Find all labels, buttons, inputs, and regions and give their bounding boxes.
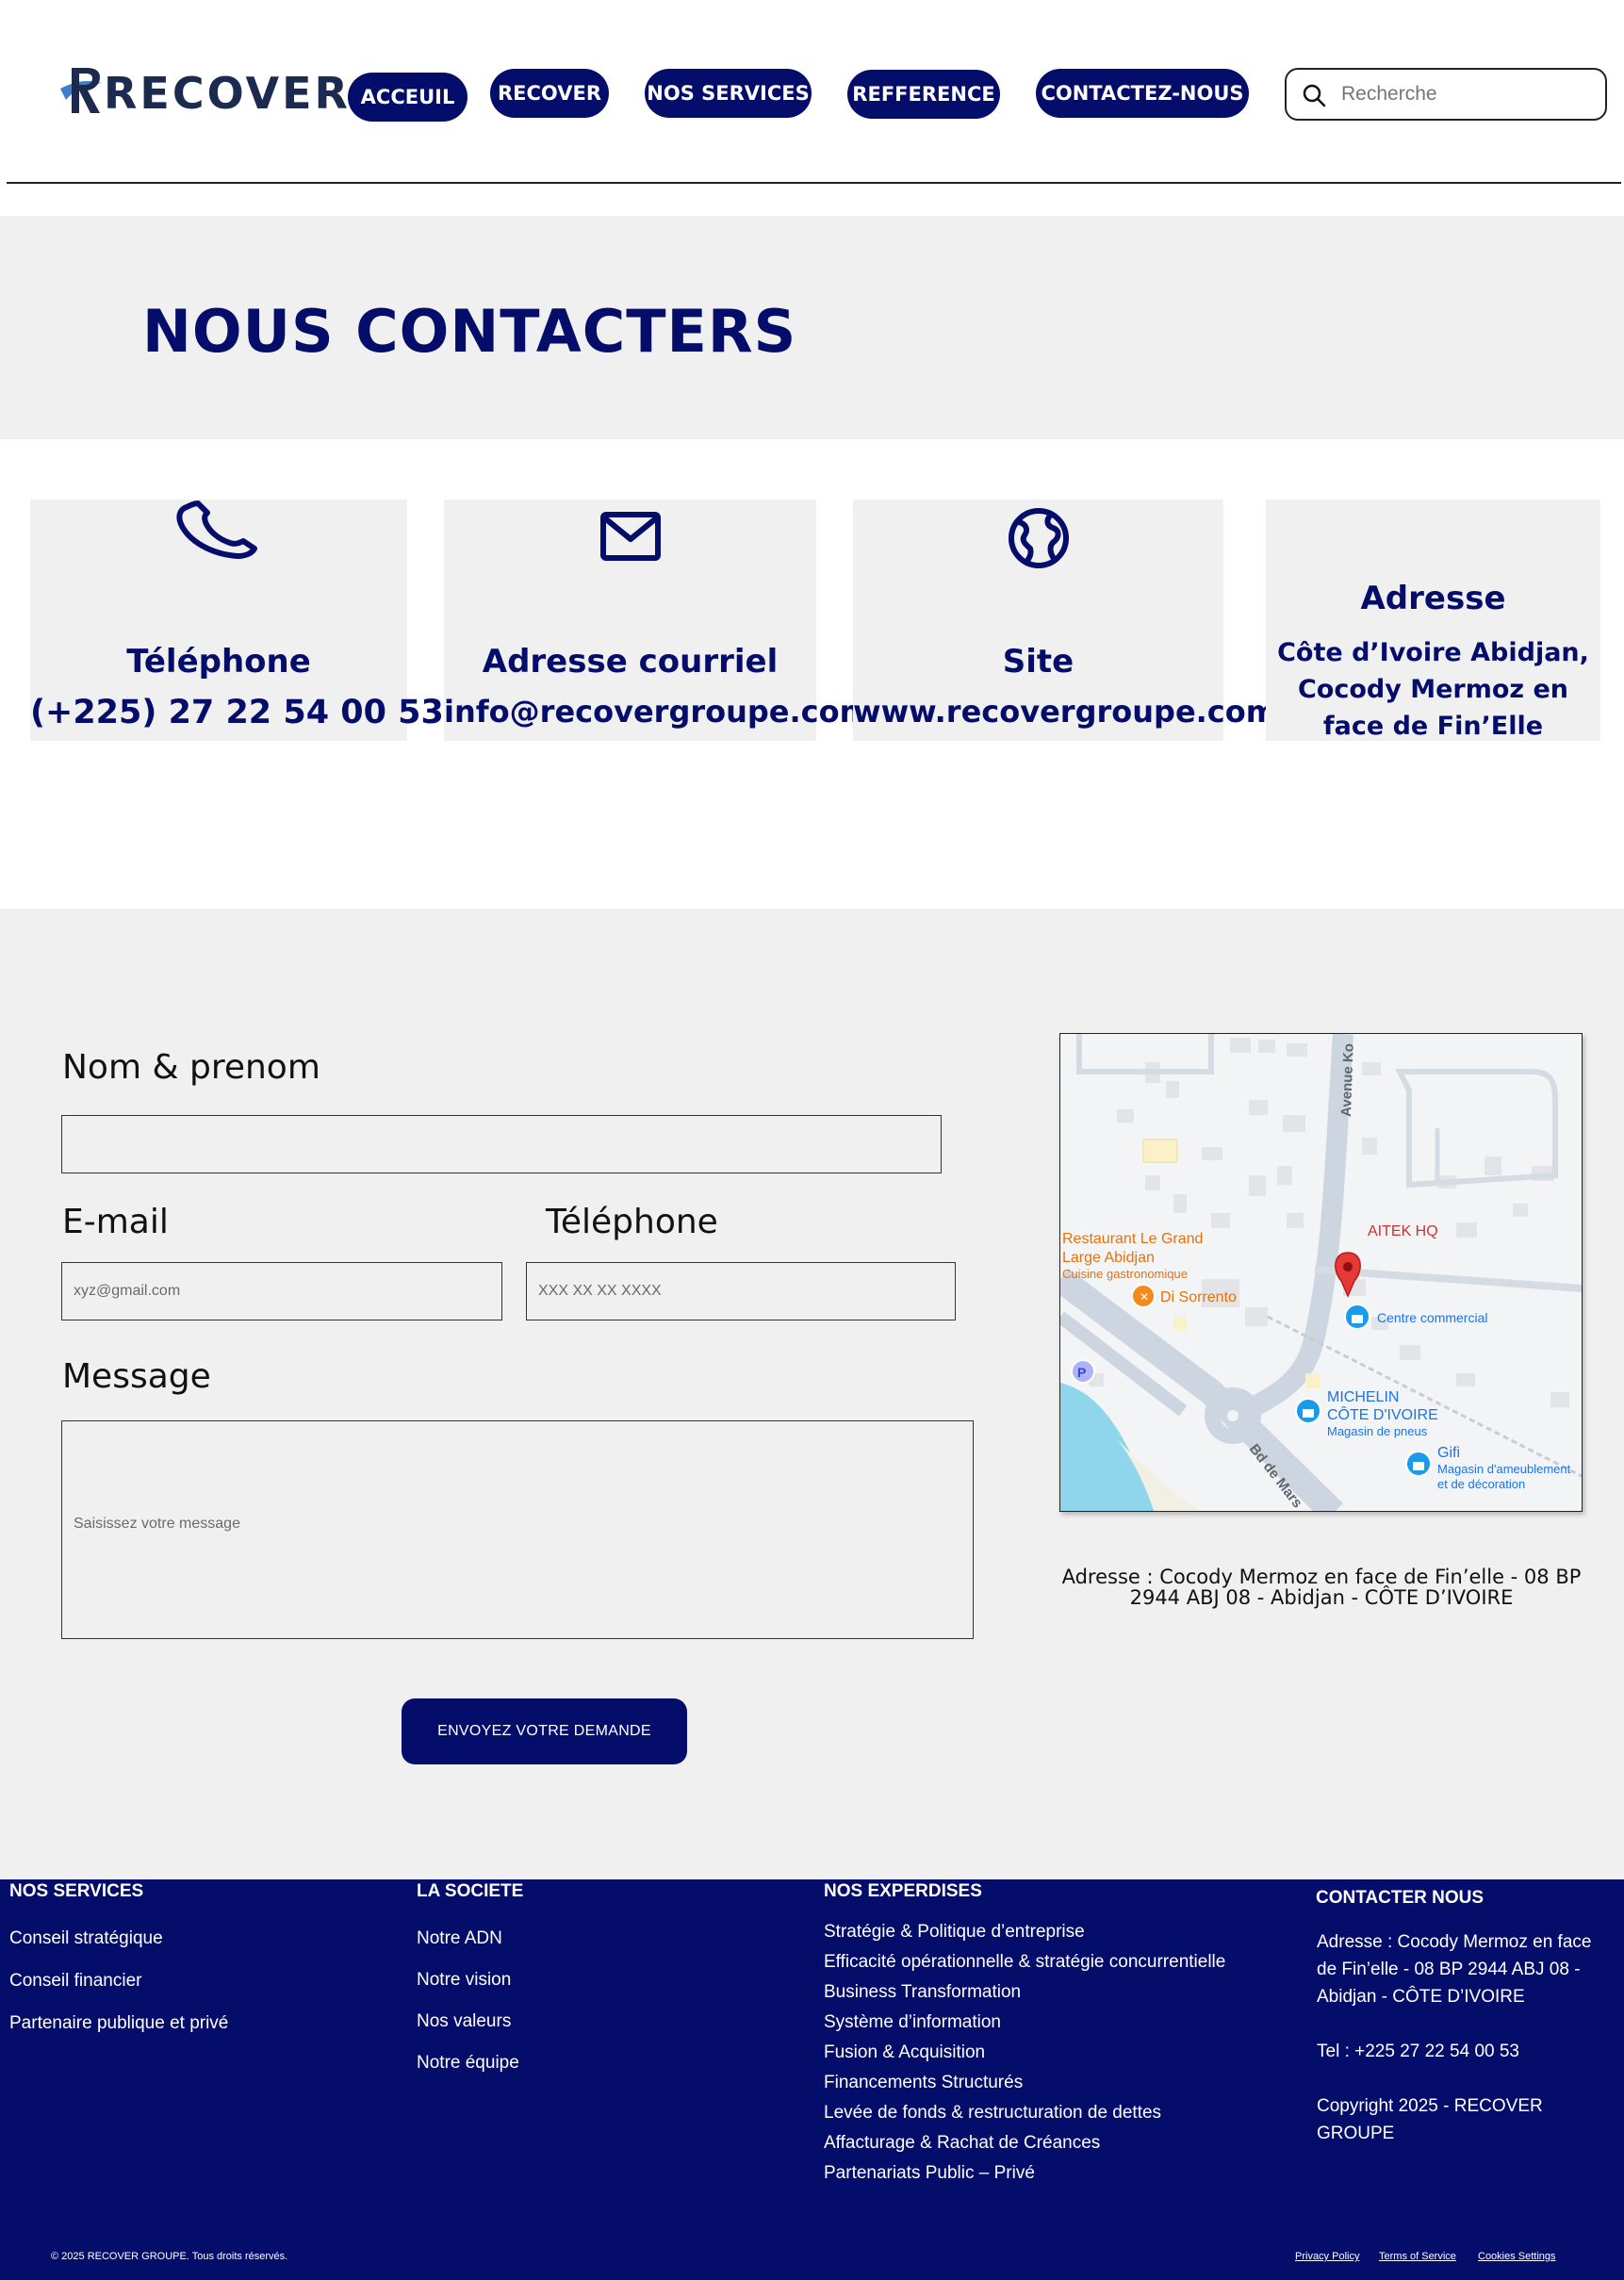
map-shop-2-line1: MICHELIN — [1327, 1389, 1399, 1405]
footer-societe-link[interactable]: Nos valeurs — [417, 2011, 511, 2032]
site-footer: NOS SERVICES Conseil stratégique Conseil… — [0, 1879, 1624, 2280]
contact-card-site: Site www.recovergroupe.com — [853, 500, 1278, 741]
map-restaurant-1-type: Cuisine gastronomique — [1062, 1267, 1188, 1281]
footer-contact-block: Adresse : Cocody Mermoz en face de Fin’e… — [1317, 1928, 1599, 2174]
footer-services-link[interactable]: Partenaire publique et privé — [9, 2013, 228, 2034]
contact-card-email: Adresse courriel info@recovergroupe.com — [444, 500, 871, 741]
map-street-1: Avenue Ko — [1338, 1043, 1357, 1117]
address-card-value: Côte d’Ivoire Abidjan, Cocody Mermoz en … — [1277, 638, 1589, 741]
privacy-policy-link[interactable]: Privacy Policy — [1295, 2251, 1359, 2262]
footer-societe-link[interactable]: Notre ADN — [417, 1928, 502, 1949]
footer-expertises-title: NOS EXPERDISES — [824, 1881, 982, 1901]
terms-of-service-link[interactable]: Terms of Service — [1379, 2251, 1456, 2262]
cookies-settings-link[interactable]: Cookies Settings — [1478, 2251, 1556, 2262]
recover-logo[interactable]: RECOVER — [58, 62, 348, 119]
phone-card-value: (+225) 27 22 54 00 53 — [30, 694, 444, 731]
email-label: E-mail — [62, 1203, 169, 1241]
footer-expertise-link[interactable]: Business Transformation — [824, 1982, 1021, 2003]
nav-refference[interactable]: REFFERENCE — [847, 70, 1000, 119]
map-restaurant-1-line1: Restaurant Le Grand — [1062, 1231, 1203, 1247]
mail-icon — [599, 512, 661, 561]
footer-expertise-link[interactable]: Levée de fonds & restructuration de dett… — [824, 2103, 1161, 2124]
contact-form-section: Nom & prenom E-mail Téléphone Message EN… — [0, 909, 1624, 1879]
footer-expertise-link[interactable]: Partenariats Public – Privé — [824, 2163, 1035, 2184]
site-card-value: www.recovergroupe.com — [853, 694, 1278, 730]
site-header: RECOVER ACCEUIL RECOVER NOS SERVICES REF… — [0, 0, 1624, 185]
footer-expertise-link[interactable]: Stratégie & Politique d’entreprise — [824, 1922, 1085, 1943]
globe-icon — [1008, 508, 1069, 568]
email-card-value: info@recovergroupe.com — [444, 694, 871, 730]
footer-contact-address: Adresse : Cocody Mermoz en face de Fin’e… — [1317, 1932, 1592, 2007]
phone-card-title: Téléphone — [126, 643, 311, 681]
map-shop-1: Centre commercial — [1377, 1310, 1487, 1325]
email-card-title: Adresse courriel — [482, 643, 779, 681]
search-icon — [1303, 84, 1326, 107]
footer-contact-tel: Tel : +225 27 22 54 00 53 — [1317, 2042, 1519, 2061]
name-field[interactable] — [61, 1115, 942, 1173]
phone-label: Téléphone — [546, 1203, 718, 1241]
search-input[interactable] — [1341, 79, 1596, 109]
phone-icon — [176, 500, 257, 559]
search-box[interactable] — [1285, 68, 1607, 121]
footer-contact-title: CONTACTER NOUS — [1316, 1888, 1485, 1908]
page-title: NOUS CONTACTERS — [142, 297, 797, 366]
nav-acceuil[interactable]: ACCEUIL — [348, 73, 468, 122]
footer-services-link[interactable]: Conseil financier — [9, 1971, 141, 1992]
logo-text: RECOVER — [104, 68, 351, 119]
footer-societe-link[interactable]: Notre vision — [417, 1970, 511, 1991]
footer-contact-copyright: Copyright 2025 - RECOVER GROUPE — [1317, 2096, 1543, 2143]
map-address-text: Adresse : Cocody Mermoz en face de Fin’e… — [1061, 1566, 1582, 1609]
nav-contactez-nous[interactable]: CONTACTEZ-NOUS — [1036, 69, 1249, 118]
contact-card-address: Adresse Côte d’Ivoire Abidjan, Cocody Me… — [1266, 500, 1600, 741]
footer-expertise-link[interactable]: Financements Structurés — [824, 2073, 1023, 2093]
hero-banner: NOUS CONTACTERS — [0, 216, 1624, 439]
map-hq-label: AITEK HQ — [1368, 1223, 1438, 1239]
map-parking: P — [1077, 1365, 1086, 1380]
message-field[interactable] — [61, 1420, 974, 1639]
map-restaurant-1-line2: Large Abidjan — [1062, 1250, 1155, 1266]
nav-recover[interactable]: RECOVER — [490, 69, 609, 118]
submit-button[interactable]: ENVOYEZ VOTRE DEMANDE — [402, 1698, 687, 1764]
contact-card-phone: Téléphone (+225) 27 22 54 00 53 — [30, 500, 444, 741]
name-label: Nom & prenom — [62, 1048, 320, 1087]
location-map[interactable]: Avenue Ko Bd de Mars Restaurant Le Grand… — [1059, 1033, 1583, 1512]
map-canvas: Avenue Ko Bd de Mars Restaurant Le Grand… — [1060, 1034, 1582, 1511]
footer-expertise-link[interactable]: Système d’information — [824, 2012, 1001, 2033]
footer-expertise-link[interactable]: Affacturage & Rachat de Créances — [824, 2133, 1100, 2154]
map-shop-3: Gifi — [1437, 1445, 1460, 1461]
header-divider — [7, 182, 1621, 184]
map-shop-2-type: Magasin de pneus — [1327, 1424, 1428, 1438]
map-shop-2-line2: CÔTE D'IVOIRE — [1327, 1405, 1438, 1423]
footer-expertise-link[interactable]: Efficacité opérationnelle & stratégie co… — [824, 1952, 1225, 1973]
map-restaurant-2: Di Sorrento — [1160, 1289, 1237, 1305]
footer-services-link[interactable]: Conseil stratégique — [9, 1928, 163, 1949]
footer-societe-link[interactable]: Notre équipe — [417, 2053, 519, 2074]
phone-field[interactable] — [526, 1262, 956, 1320]
footer-bottom-copyright: © 2025 RECOVER GROUPE. Tous droits réser… — [51, 2251, 288, 2262]
map-shop-3-type-line1: Magasin d'ameublement — [1437, 1462, 1571, 1476]
svg-text:✕: ✕ — [1140, 1290, 1149, 1304]
footer-expertise-link[interactable]: Fusion & Acquisition — [824, 2042, 985, 2063]
footer-services-title: NOS SERVICES — [9, 1881, 144, 1901]
nav-nos-services[interactable]: NOS SERVICES — [645, 69, 812, 118]
email-field[interactable] — [61, 1262, 502, 1320]
map-shop-3-type-line2: et de décoration — [1437, 1477, 1525, 1491]
message-label: Message — [62, 1357, 211, 1396]
footer-societe-title: LA SOCIETE — [417, 1881, 524, 1901]
address-card-title: Adresse — [1360, 580, 1506, 617]
site-card-title: Site — [1002, 643, 1074, 681]
